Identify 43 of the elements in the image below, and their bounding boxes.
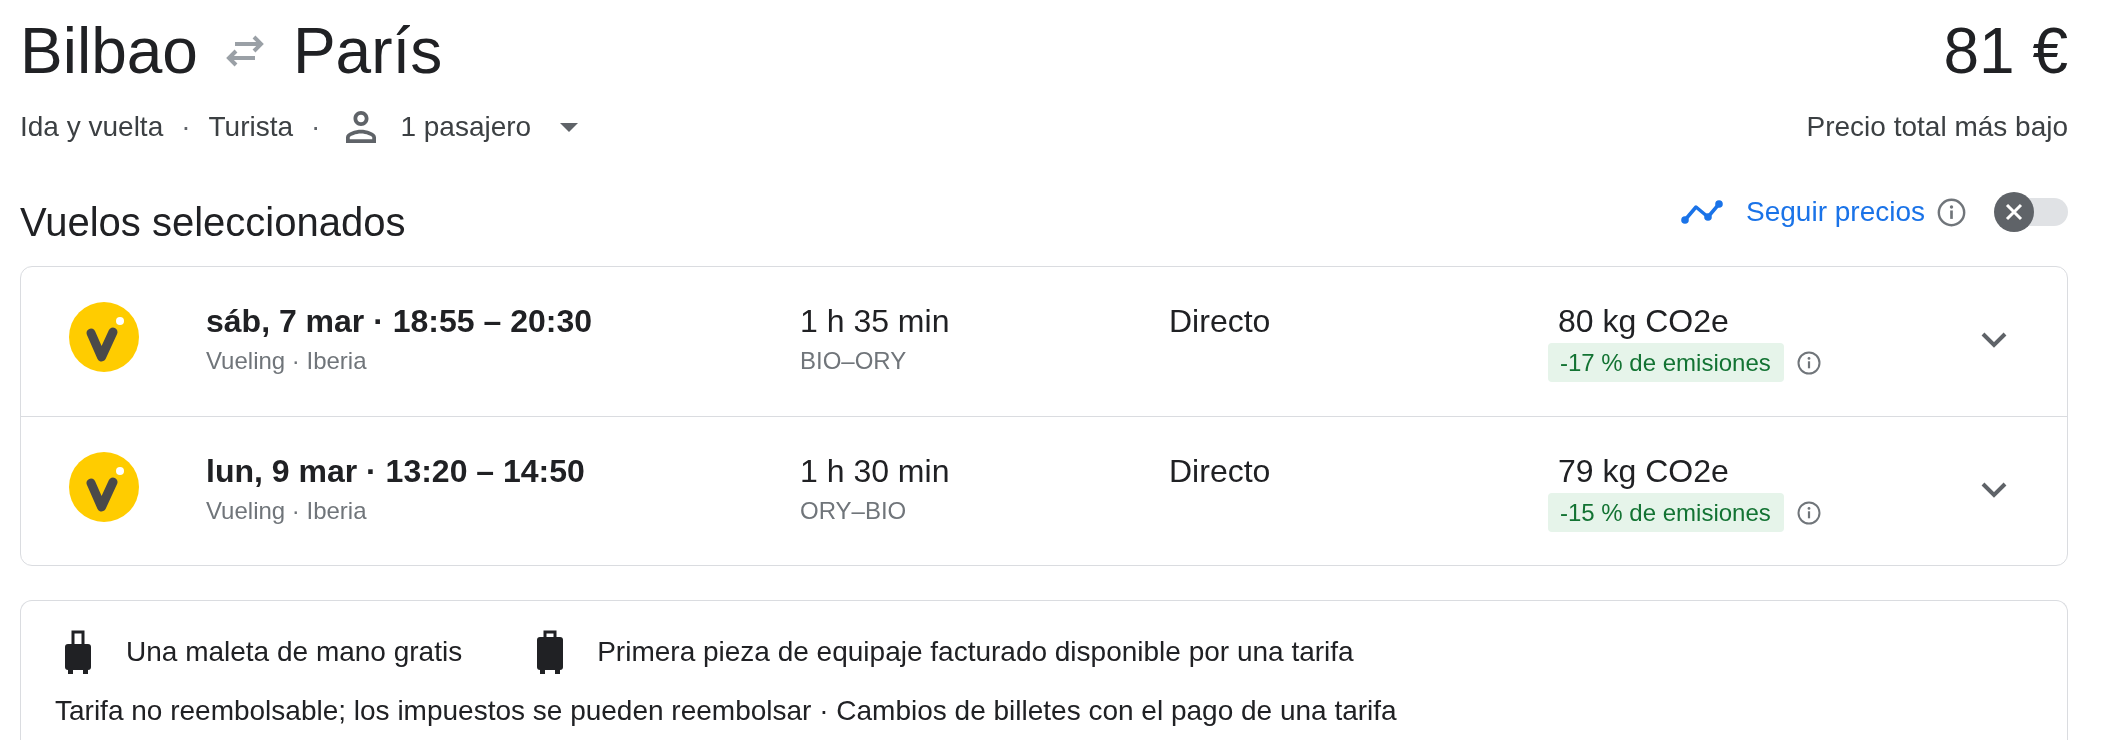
suitcase-icon: [536, 630, 565, 674]
baggage-info: Primera pieza de equipaje facturado disponible por una tarifa: [597, 635, 1354, 669]
info-icon[interactable]: [1937, 197, 1966, 227]
baggage-info: Una maleta de mano gratis: [126, 635, 463, 669]
origin-city: Bilbao: [20, 19, 198, 83]
total-price: 81 €: [1943, 19, 2068, 83]
swap-arrows-icon: [224, 35, 265, 67]
person-icon: [346, 111, 377, 143]
flight-times: lun, 9 mar · 13:20 – 14:50: [206, 452, 586, 491]
flight-duration: 1 h 35 min: [800, 302, 951, 341]
dropdown-triangle-icon: [560, 122, 579, 132]
x-icon: [1994, 192, 2034, 232]
emissions-badge: -17 % de emisiones: [1548, 343, 1784, 382]
passenger-dropdown[interactable]: 1 pasajero: [346, 107, 579, 147]
info-icon[interactable]: [1796, 350, 1821, 375]
fare-conditions: Tarifa no reembolsable; los impuestos se pueden reembolsar · Cambios de billetes con el pago de una tarifa: [55, 694, 1398, 728]
chevron-down-icon[interactable]: [1980, 331, 2008, 348]
destination-city: París: [292, 19, 443, 83]
flight-times: sáb, 7 mar · 18:55 – 20:30: [206, 302, 593, 341]
airline-names: Vueling · Iberia: [206, 496, 368, 526]
stops-label: Directo: [1169, 302, 1272, 341]
chevron-down-icon[interactable]: [1980, 481, 2008, 498]
airline-names: Vueling · Iberia: [206, 346, 368, 376]
trip-detail: Turista: [208, 110, 294, 144]
trip-detail: Ida y vuelta: [20, 110, 164, 144]
flight-route: ORY–BIO: [800, 496, 908, 526]
bullet-separator: ·: [181, 110, 191, 144]
section-title: Vuelos seleccionados: [20, 199, 406, 246]
emissions-badge: -15 % de emisiones: [1548, 493, 1784, 532]
track-prices-label: Seguir precios: [1746, 195, 1925, 229]
price-caption: Precio total más bajo: [1806, 110, 2068, 144]
trend-line-icon: [1681, 200, 1723, 224]
flight-route: BIO–ORY: [800, 346, 908, 376]
price-tracking-toggle[interactable]: [1994, 192, 2068, 232]
emissions-value: 80 kg CO2e: [1558, 302, 1730, 341]
bullet-separator: ·: [311, 110, 321, 144]
flight-duration: 1 h 30 min: [800, 452, 951, 491]
stops-label: Directo: [1169, 452, 1272, 491]
emissions-value: 79 kg CO2e: [1558, 452, 1730, 491]
info-icon[interactable]: [1796, 500, 1821, 525]
airline-logo-icon: [69, 302, 139, 372]
rolling-bag-icon: [63, 630, 93, 674]
airline-logo-icon: [69, 452, 139, 522]
